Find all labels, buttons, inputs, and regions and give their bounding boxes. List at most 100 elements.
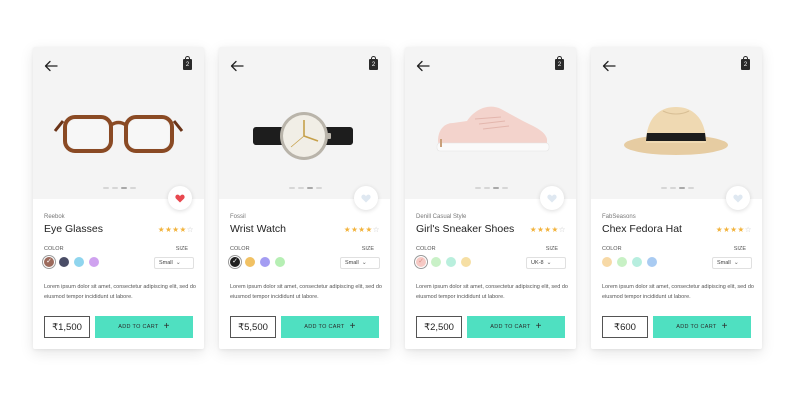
color-swatch-cream[interactable] [461,257,471,267]
color-swatch-brown[interactable]: ✓ [42,255,56,269]
image-carousel-dots[interactable] [289,187,325,189]
color-swatch-black[interactable]: ✓ [228,255,242,269]
color-swatch-aqua[interactable] [632,257,642,267]
back-arrow-icon[interactable] [230,60,244,72]
back-arrow-icon[interactable] [602,60,616,72]
bag-count: 2 [557,62,562,68]
size-value: Small [159,260,173,266]
heart-outline-icon [361,194,371,202]
wrist-watch-image [253,112,353,160]
price-box: ₹2,500 [416,316,462,338]
color-label: COLOR [230,246,250,252]
favorite-button[interactable] [726,186,750,210]
product-title: Girl's Sneaker Shoes [416,223,515,235]
favorite-button[interactable] [354,186,378,210]
color-swatch-mint[interactable] [431,257,441,267]
add-to-cart-button[interactable]: ADD TO CART + [467,316,565,338]
bag-count: 2 [743,62,748,68]
product-card: 2 Denill Casual Style Girl's Sneaker Sho… [405,47,576,349]
add-to-cart-label: ADD TO CART [490,324,531,330]
color-swatch-mint[interactable] [617,257,627,267]
shopping-bag-icon[interactable]: 2 [369,56,378,70]
product-title: Eye Glasses [44,223,103,235]
size-value: Small [345,260,359,266]
image-carousel-dots[interactable] [661,187,697,189]
product-title: Wrist Watch [230,223,287,235]
bag-count: 2 [371,62,376,68]
eyeglasses-image [53,115,184,153]
brand-name: FabSeasons [602,214,636,220]
size-select[interactable]: Small ⌄ [340,257,380,269]
chevron-down-icon: ⌄ [361,260,367,266]
product-description: Lorem ipsum dolor sit amet, consectetur … [602,284,754,300]
color-swatches: ✓ [42,255,99,269]
rating-stars: ★★★★☆ [343,225,380,234]
product-image-area: 2 [405,47,576,199]
heart-outline-icon [733,194,743,202]
plus-icon: + [721,321,728,332]
add-to-cart-button[interactable]: ADD TO CART + [281,316,379,338]
color-swatch-purple[interactable] [260,257,270,267]
heart-filled-icon [175,194,185,202]
product-description: Lorem ipsum dolor sit amet, consectetur … [230,284,382,300]
plus-icon: + [535,321,542,332]
plus-icon: + [349,321,356,332]
color-swatch-lilac[interactable] [89,257,99,267]
product-image-area: 2 [591,47,762,199]
size-label: SIZE [733,246,746,252]
price-box: ₹1,500 [44,316,90,338]
image-carousel-dots[interactable] [103,187,139,189]
brand-name: Fossil [230,214,246,220]
color-swatches: ✓ [414,255,471,269]
chevron-down-icon: ⌄ [733,260,739,266]
product-description: Lorem ipsum dolor sit amet, consectetur … [416,284,568,300]
color-swatch-green[interactable] [275,257,285,267]
product-image-area: 2 [219,47,390,199]
product-card: 2 FabSeasons Chex Fedora Hat ★★★★☆ COLOR… [591,47,762,349]
product-description: Lorem ipsum dolor sit amet, consectetur … [44,284,196,300]
image-carousel-dots[interactable] [475,187,511,189]
shopping-bag-icon[interactable]: 2 [183,56,192,70]
bag-count: 2 [185,62,190,68]
heart-outline-icon [547,194,557,202]
size-select[interactable]: Small ⌄ [712,257,752,269]
size-value: UK-8 [531,260,544,266]
rating-stars: ★★★★☆ [715,225,752,234]
product-card: 2 Fossil Wrist Watch ★★★★☆ COLOR SIZE ✓ … [219,47,390,349]
brand-name: Denill Casual Style [416,214,467,220]
add-to-cart-label: ADD TO CART [304,324,345,330]
price-box: ₹5,500 [230,316,276,338]
color-swatches [602,257,657,267]
size-select[interactable]: Small ⌄ [154,257,194,269]
product-card: 2 Reebok Eye Glasses ★★★★☆ COLOR SIZE ✓ … [33,47,204,349]
chevron-down-icon: ⌄ [175,260,181,266]
color-swatch-aqua[interactable] [446,257,456,267]
color-swatch-navy[interactable] [59,257,69,267]
sneaker-image [436,106,550,152]
add-to-cart-button[interactable]: ADD TO CART + [95,316,193,338]
add-to-cart-button[interactable]: ADD TO CART + [653,316,751,338]
color-swatch-yellow[interactable] [245,257,255,267]
favorite-button[interactable] [540,186,564,210]
brand-name: Reebok [44,214,65,220]
fedora-hat-image [624,107,728,155]
color-swatch-sky[interactable] [74,257,84,267]
shopping-bag-icon[interactable]: 2 [555,56,564,70]
color-swatch-blue[interactable] [647,257,657,267]
size-label: SIZE [545,246,558,252]
color-label: COLOR [44,246,64,252]
add-to-cart-label: ADD TO CART [118,324,159,330]
back-arrow-icon[interactable] [416,60,430,72]
back-arrow-icon[interactable] [44,60,58,72]
color-label: COLOR [416,246,436,252]
color-swatch-peach[interactable] [602,257,612,267]
color-swatch-pink[interactable]: ✓ [414,255,428,269]
plus-icon: + [163,321,170,332]
color-swatches: ✓ [228,255,285,269]
shopping-bag-icon[interactable]: 2 [741,56,750,70]
rating-stars: ★★★★☆ [157,225,194,234]
size-value: Small [717,260,731,266]
chevron-down-icon: ⌄ [546,260,552,266]
favorite-button[interactable] [168,186,192,210]
size-select[interactable]: UK-8 ⌄ [526,257,566,269]
